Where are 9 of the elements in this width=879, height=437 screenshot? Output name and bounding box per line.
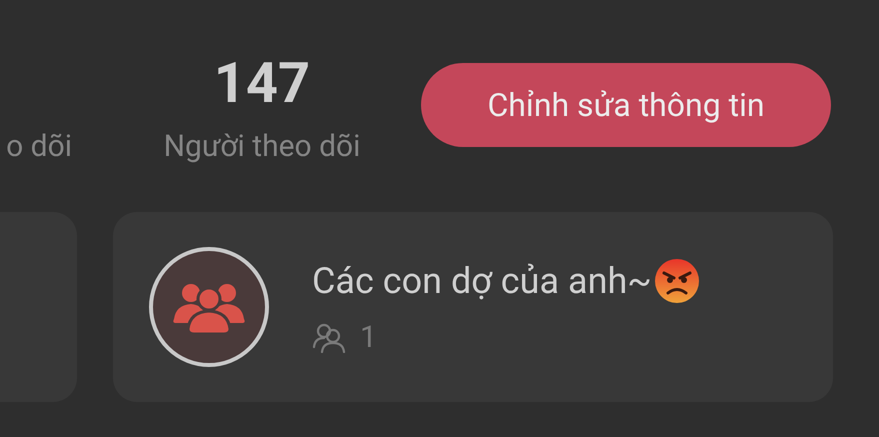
stat-value: 147 (214, 52, 310, 114)
edit-profile-button[interactable]: Chỉnh sửa thông tin (421, 63, 831, 147)
stat-label: o dõi (6, 129, 72, 165)
group-name: Các con dợ của anh~ (312, 259, 652, 303)
stat-label: Người theo dõi (164, 129, 360, 165)
angry-face-icon (654, 258, 700, 304)
members-icon (312, 323, 346, 353)
group-card[interactable]: Các con dợ của anh~ 1 (113, 212, 833, 402)
member-count: 1 (360, 320, 377, 356)
